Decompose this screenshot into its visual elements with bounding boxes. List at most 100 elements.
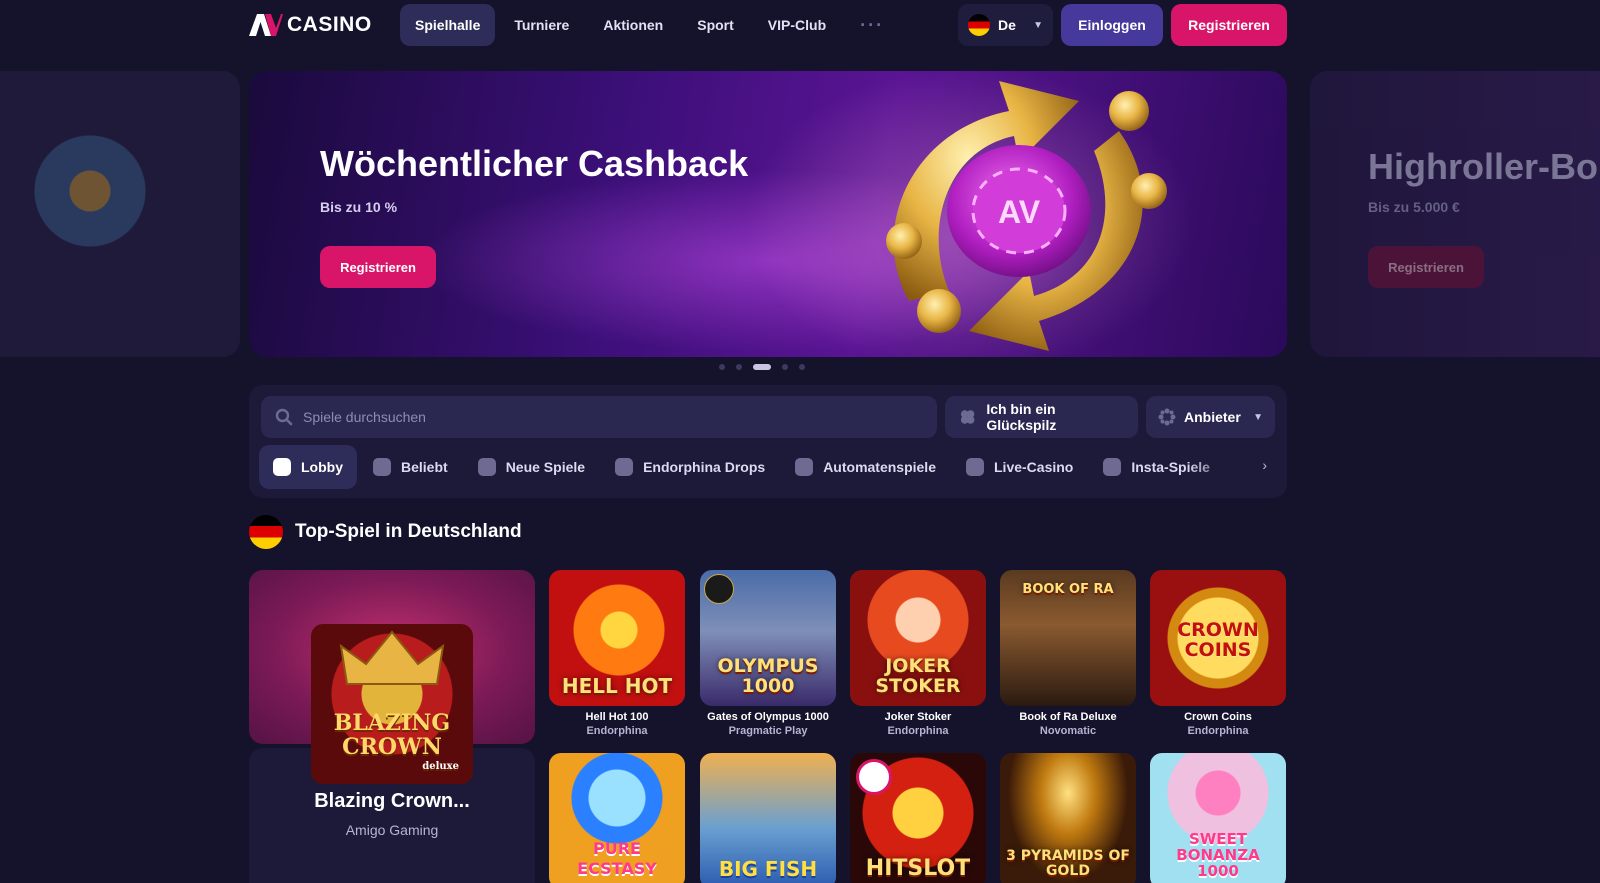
new-games-icon bbox=[477, 458, 496, 476]
game-card[interactable]: HITSLOT bbox=[850, 753, 986, 883]
featured-cover-tag: deluxe bbox=[422, 761, 459, 772]
game-provider: Novomatic bbox=[1039, 725, 1097, 737]
more-menu-button[interactable]: ··· bbox=[845, 4, 899, 46]
crown-icon bbox=[339, 630, 445, 685]
heart-icon bbox=[373, 458, 391, 476]
provider-label: Anbieter bbox=[1184, 409, 1241, 425]
search-input[interactable]: Spiele durchsuchen bbox=[261, 396, 937, 438]
next-slide-subtitle: Bis zu 5.000 € bbox=[1368, 199, 1460, 215]
casino-logo[interactable]: CASINO bbox=[249, 11, 372, 39]
nav-vip-club[interactable]: VIP-Club bbox=[753, 4, 841, 46]
section-header: Top-Spiel in Deutschland bbox=[249, 515, 522, 549]
live-icon bbox=[966, 458, 984, 476]
logo-icon bbox=[249, 14, 283, 36]
game-card[interactable]: 3 PYRAMIDS OF GOLD bbox=[1000, 753, 1136, 883]
main-nav: Spielhalle Turniere Aktionen Sport VIP-C… bbox=[400, 4, 899, 46]
slot-machine-icon bbox=[795, 458, 814, 476]
nav-sport[interactable]: Sport bbox=[682, 4, 749, 46]
promo-banner[interactable]: Wöchentlicher Cashback Bis zu 10 % Regis… bbox=[249, 71, 1287, 357]
game-card[interactable]: PURE ECSTASY bbox=[549, 753, 685, 883]
carousel-dot[interactable] bbox=[782, 364, 788, 370]
jackpot-badge-icon bbox=[856, 759, 892, 795]
game-card[interactable]: JOKER STOKER Joker Stoker Endorphina bbox=[850, 570, 986, 737]
chevron-right-icon[interactable]: › bbox=[1262, 457, 1267, 473]
game-card[interactable]: BIG FISH bbox=[700, 753, 836, 883]
game-name: Hell Hot 100 bbox=[585, 711, 649, 723]
carousel-dot[interactable] bbox=[736, 364, 742, 370]
featured-game-provider: Amigo Gaming bbox=[345, 822, 439, 838]
tab-neue-spiele[interactable]: Neue Spiele bbox=[464, 445, 599, 489]
section-title: Top-Spiel in Deutschland bbox=[295, 521, 522, 542]
game-provider: Endorphina bbox=[586, 725, 648, 737]
search-icon bbox=[275, 408, 293, 426]
tab-label: Automatenspiele bbox=[823, 459, 936, 475]
logo-text: CASINO bbox=[287, 13, 372, 36]
game-thumbnail[interactable]: 3 PYRAMIDS OF GOLD bbox=[1000, 753, 1136, 883]
drops-wins-badge-icon bbox=[704, 574, 734, 604]
banner-register-button[interactable]: Registrieren bbox=[320, 246, 436, 288]
lucky-button[interactable]: Ich bin ein Glückspilz bbox=[945, 396, 1138, 438]
game-cover-title: SWEET BONANZA 1000 bbox=[1176, 830, 1260, 880]
game-card[interactable]: SWEET BONANZA 1000 bbox=[1150, 753, 1286, 883]
game-name: Crown Coins bbox=[1184, 711, 1252, 723]
tab-label: Live-Casino bbox=[994, 459, 1074, 475]
game-thumbnail[interactable]: BOOK OF RA bbox=[1000, 570, 1136, 706]
tab-beliebt[interactable]: Beliebt bbox=[359, 445, 462, 489]
search-placeholder: Spiele durchsuchen bbox=[303, 409, 426, 425]
login-button[interactable]: Einloggen bbox=[1061, 4, 1163, 46]
game-thumbnail[interactable]: OLYMPUS 1000 bbox=[700, 570, 836, 706]
next-slide-preview[interactable]: Highroller-Bo Bis zu 5.000 € Registriere… bbox=[1310, 71, 1600, 357]
category-tabs: Lobby Beliebt Neue Spiele Endorphina Dro… bbox=[259, 445, 1277, 489]
nav-turniere[interactable]: Turniere bbox=[499, 4, 584, 46]
register-button[interactable]: Registrieren bbox=[1171, 4, 1287, 46]
flame-icon bbox=[615, 458, 634, 476]
carousel-pagination bbox=[719, 364, 805, 370]
carousel-dot-active[interactable] bbox=[753, 364, 771, 370]
tab-lobby[interactable]: Lobby bbox=[259, 445, 357, 489]
game-cover-title: BIG FISH bbox=[718, 857, 818, 881]
language-label: De bbox=[998, 17, 1016, 33]
casino-chip-illustration: AV bbox=[886, 81, 1167, 351]
game-cover-title: JOKER STOKER bbox=[875, 655, 961, 697]
germany-flag-icon bbox=[249, 515, 283, 549]
tab-automatenspiele[interactable]: Automatenspiele bbox=[781, 445, 950, 489]
carousel-dot[interactable] bbox=[799, 364, 805, 370]
nav-aktionen[interactable]: Aktionen bbox=[588, 4, 678, 46]
tab-live-casino[interactable]: Live-Casino bbox=[952, 445, 1087, 489]
game-thumbnail[interactable]: SWEET BONANZA 1000 bbox=[1150, 753, 1286, 883]
carousel-dot[interactable] bbox=[719, 364, 725, 370]
game-card[interactable]: OLYMPUS 1000 Gates of Olympus 1000 Pragm… bbox=[700, 570, 836, 737]
svg-text:AV: AV bbox=[998, 194, 1041, 230]
game-card[interactable]: CROWN COINS Crown Coins Endorphina bbox=[1150, 570, 1286, 737]
provider-dropdown[interactable]: Anbieter ▼ bbox=[1146, 396, 1275, 438]
nav-spielhalle[interactable]: Spielhalle bbox=[400, 4, 496, 46]
clover-icon bbox=[960, 410, 975, 424]
top-header: CASINO Spielhalle Turniere Aktionen Spor… bbox=[0, 0, 1600, 50]
game-thumbnail[interactable]: HITSLOT bbox=[850, 753, 986, 883]
game-thumbnail[interactable]: PURE ECSTASY bbox=[549, 753, 685, 883]
featured-game-name[interactable]: Blazing Crown... bbox=[249, 790, 535, 813]
game-cover-title: PURE ECSTASY bbox=[577, 839, 657, 878]
language-selector[interactable]: De ▼ bbox=[958, 4, 1053, 46]
game-provider: Endorphina bbox=[1187, 725, 1249, 737]
game-thumbnail[interactable]: HELL HOT bbox=[549, 570, 685, 706]
game-name: Gates of Olympus 1000 bbox=[707, 711, 829, 723]
game-cover-title: CROWN COINS bbox=[1177, 619, 1259, 661]
game-thumbnail[interactable]: CROWN COINS bbox=[1150, 570, 1286, 706]
game-cover-title: OLYMPUS 1000 bbox=[717, 655, 819, 697]
featured-game-cover[interactable]: BLAZING CROWN deluxe bbox=[311, 624, 473, 784]
next-slide-button[interactable]: Registrieren bbox=[1368, 246, 1484, 288]
tab-label: Lobby bbox=[301, 459, 343, 475]
previous-slide-preview[interactable] bbox=[0, 71, 240, 357]
game-thumbnail[interactable]: BIG FISH bbox=[700, 753, 836, 883]
game-card[interactable]: HELL HOT Hell Hot 100 Endorphina bbox=[549, 570, 685, 737]
tab-endorphina-drops[interactable]: Endorphina Drops bbox=[601, 445, 779, 489]
game-card[interactable]: BOOK OF RA Book of Ra Deluxe Novomatic bbox=[1000, 570, 1136, 737]
game-cover-title: HITSLOT bbox=[865, 856, 971, 881]
tab-label: Neue Spiele bbox=[505, 459, 586, 475]
game-cover-title: 3 PYRAMIDS OF GOLD bbox=[1006, 848, 1130, 879]
game-thumbnail[interactable]: JOKER STOKER bbox=[850, 570, 986, 706]
game-name: Book of Ra Deluxe bbox=[1019, 711, 1117, 723]
banner-title: Wöchentlicher Cashback bbox=[320, 143, 749, 184]
providers-icon bbox=[1158, 408, 1176, 426]
